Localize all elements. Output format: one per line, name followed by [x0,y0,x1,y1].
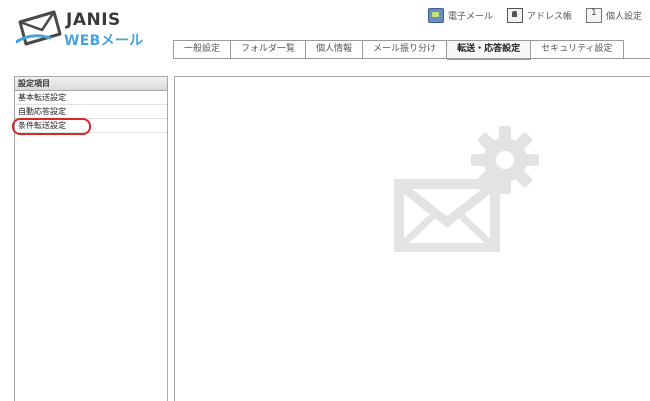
address-book-link-label: アドレス帳 [526,12,572,22]
tab-divider [173,58,650,59]
main-panel [174,76,650,401]
sidebar-item-label: 基本転送設定 [18,93,66,102]
personal-settings-link-label: 個人設定 [605,12,642,22]
address-book-icon [506,8,523,23]
logo-subtitle: WEBメール [64,33,144,49]
header-links: 電子メール アドレス帳 個人設定 [427,8,642,23]
mail-link-label: 電子メール [447,12,493,22]
settings-tabs: 一般設定 フォルダ一覧 個人情報 メール振り分け 転送・応答設定 セキュリティ設… [173,40,624,60]
app-logo: JANIS WEBメール [16,8,166,50]
mail-icon [427,8,444,23]
mail-link[interactable]: 電子メール [427,8,493,23]
tab-mail-filter[interactable]: メール振り分け [363,40,448,59]
tab-personal-info[interactable]: 個人情報 [306,40,364,59]
tab-security[interactable]: セキュリティ設定 [531,40,624,59]
sidebar-item-conditional-forward[interactable]: 条件転送設定 [12,118,167,135]
sidebar-header: 設定項目 [15,77,167,91]
personal-settings-icon [585,8,602,23]
settings-sidebar: 設定項目 基本転送設定 自動応答設定 条件転送設定 [12,76,168,401]
selection-highlight [12,118,91,135]
tab-general[interactable]: 一般設定 [173,40,232,59]
tab-forward-reply[interactable]: 転送・応答設定 [447,40,532,60]
mail-settings-placeholder-icon [394,126,539,252]
tab-folders[interactable]: フォルダ一覧 [231,40,307,59]
sidebar-item-basic-forward[interactable]: 基本転送設定 [15,91,167,105]
address-book-link[interactable]: アドレス帳 [506,8,572,23]
sidebar-item-auto-reply[interactable]: 自動応答設定 [15,105,167,119]
sidebar-item-label: 自動応答設定 [18,107,66,116]
personal-settings-link[interactable]: 個人設定 [585,8,642,23]
logo-title: JANIS [66,10,121,30]
envelope-logo-icon [16,10,62,46]
